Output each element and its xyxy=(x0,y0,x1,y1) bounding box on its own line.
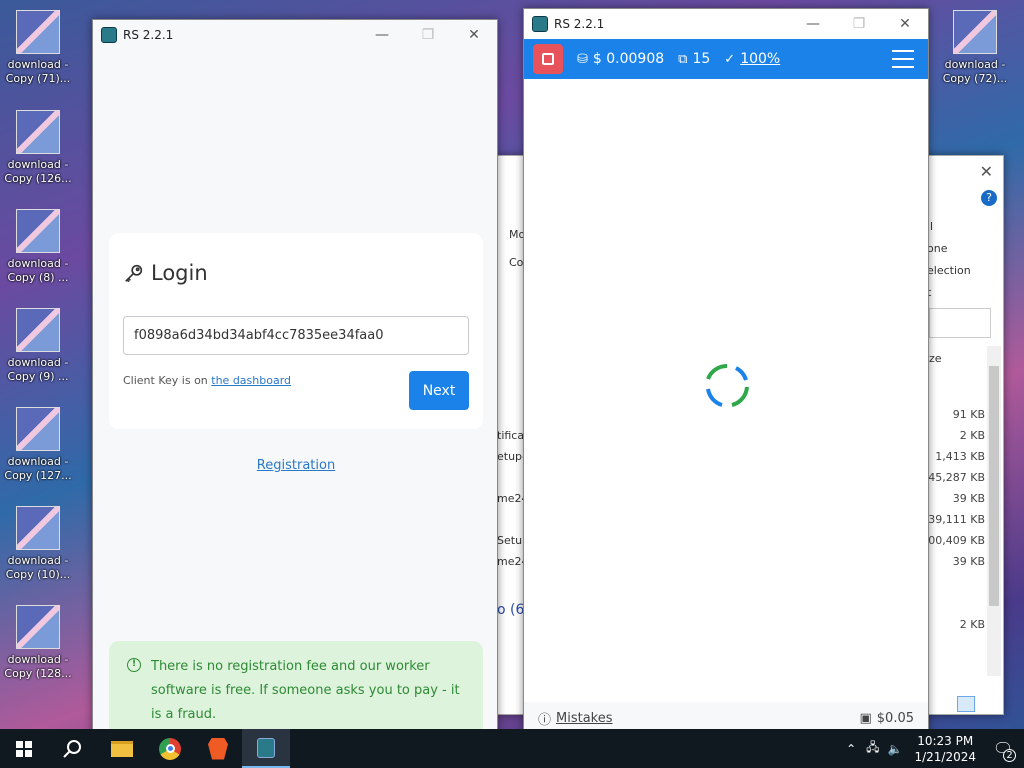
maximize-icon[interactable]: ❐ xyxy=(405,20,451,50)
status-toolbar: ⛁ $ 0.00908 ⧉ 15 ✓ 100% xyxy=(524,39,928,79)
help-icon[interactable]: ? xyxy=(981,190,997,206)
desktop-icon[interactable]: download - Copy (128... xyxy=(3,605,73,681)
info-icon: ! xyxy=(127,658,141,672)
image-file-icon xyxy=(16,10,60,54)
image-file-icon xyxy=(16,308,60,352)
images-icon: ⧉ xyxy=(678,51,688,67)
ribbon-item[interactable]: Co xyxy=(509,256,523,269)
clock[interactable]: 10:23 PM 1/21/2024 xyxy=(914,733,976,765)
explorer-close-icon[interactable]: ✕ xyxy=(980,162,993,181)
image-file-icon xyxy=(16,407,60,451)
rs-app-taskbar-icon[interactable] xyxy=(242,729,290,768)
mistakes-link[interactable]: Mistakes xyxy=(556,711,613,726)
window-title: RS 2.2.1 xyxy=(554,17,605,31)
file-explorer-icon[interactable] xyxy=(98,729,146,768)
size-column-header[interactable]: ze xyxy=(929,352,942,365)
client-key-hint: Client Key is on the dashboard xyxy=(123,374,292,387)
coins-icon: ⛁ xyxy=(577,51,588,67)
close-icon[interactable]: ✕ xyxy=(451,20,497,50)
loading-spinner-icon xyxy=(706,363,749,407)
login-heading: Login xyxy=(123,261,208,285)
folder-name[interactable]: o (6 xyxy=(497,602,524,618)
image-file-icon xyxy=(16,110,60,154)
check-circle-icon: ✓ xyxy=(724,51,736,67)
stop-icon xyxy=(542,53,554,65)
maximize-icon[interactable]: ❐ xyxy=(836,9,882,39)
title-bar[interactable]: RS 2.2.1 — ❐ ✕ xyxy=(93,20,497,50)
desktop-icon[interactable]: download - Copy (9) ... xyxy=(3,308,73,384)
desktop-icon[interactable]: download - Copy (10)... xyxy=(3,506,73,582)
app-icon xyxy=(532,16,548,32)
desktop-icon[interactable]: download - Copy (72)... xyxy=(940,10,1010,86)
minimize-icon[interactable]: — xyxy=(359,20,405,50)
file-name[interactable]: etup- xyxy=(497,450,526,463)
image-file-icon xyxy=(16,605,60,649)
volume-muted-icon[interactable]: 🔈 xyxy=(888,742,903,756)
key-icon xyxy=(125,264,143,283)
title-bar[interactable]: RS 2.2.1 — ❐ ✕ xyxy=(524,9,928,39)
windows-start-icon[interactable] xyxy=(0,729,48,768)
taskbar: ⌃ 🖧 🔈 10:23 PM 1/21/2024 🗨 2 xyxy=(0,729,1024,768)
file-size-column: 91 KB 2 KB 1,413 KB 45,287 KB 39 KB 139,111 K… xyxy=(921,408,985,631)
accuracy-stat[interactable]: ✓ 100% xyxy=(724,51,780,67)
notifications-icon[interactable]: 🗨 2 xyxy=(988,734,1018,764)
wallet-balance: ▣ $0.05 xyxy=(859,710,914,726)
desktop-icon[interactable]: download - Copy (71)... xyxy=(3,10,73,86)
tasks-stat: ⧉ 15 xyxy=(678,51,711,67)
chevron-up-icon[interactable]: ⌃ xyxy=(846,742,856,756)
chrome-icon[interactable] xyxy=(146,729,194,768)
network-icon[interactable]: 🖧 xyxy=(866,738,879,759)
wallet-icon: ▣ xyxy=(859,710,872,726)
login-window: RS 2.2.1 — ❐ ✕ Login Client Key is on th… xyxy=(92,19,499,749)
desktop-icon[interactable]: download - Copy (127... xyxy=(3,407,73,483)
ribbon-item[interactable]: election xyxy=(927,264,971,277)
details-view-icon[interactable] xyxy=(957,696,975,712)
close-icon[interactable]: ✕ xyxy=(882,9,928,39)
ribbon-item[interactable]: one xyxy=(927,242,947,255)
brave-icon[interactable] xyxy=(194,729,242,768)
search-icon[interactable] xyxy=(48,729,96,768)
search-box[interactable] xyxy=(929,308,991,338)
next-button[interactable]: Next xyxy=(409,371,469,410)
desktop-icon[interactable]: download - Copy (126... xyxy=(3,110,73,186)
system-tray: ⌃ 🖧 🔈 10:23 PM 1/21/2024 🗨 2 xyxy=(846,733,1024,765)
dashboard-link[interactable]: the dashboard xyxy=(211,374,291,387)
notification-count: 2 xyxy=(1003,748,1016,762)
registration-link[interactable]: Registration xyxy=(93,458,499,473)
worker-window: RS 2.2.1 — ❐ ✕ ⛁ $ 0.00908 ⧉ 15 ✓ 100% ⓘ Mi… xyxy=(523,8,929,735)
info-icon: ⓘ xyxy=(538,712,552,728)
minimize-icon[interactable]: — xyxy=(790,9,836,39)
balance-stat: ⛁ $ 0.00908 xyxy=(577,51,665,67)
image-file-icon xyxy=(16,209,60,253)
window-title: RS 2.2.1 xyxy=(123,28,174,42)
login-card: Login Client Key is on the dashboard Nex… xyxy=(109,233,483,429)
image-file-icon xyxy=(953,10,997,54)
hamburger-menu-icon[interactable] xyxy=(892,50,914,68)
client-key-input[interactable] xyxy=(123,316,469,355)
image-file-icon xyxy=(16,506,60,550)
scroll-thumb[interactable] xyxy=(989,366,999,606)
app-icon xyxy=(101,27,117,43)
stop-button[interactable] xyxy=(533,44,563,74)
vertical-scrollbar[interactable] xyxy=(987,346,1001,676)
desktop-icon[interactable]: download - Copy (8) ... xyxy=(3,209,73,285)
